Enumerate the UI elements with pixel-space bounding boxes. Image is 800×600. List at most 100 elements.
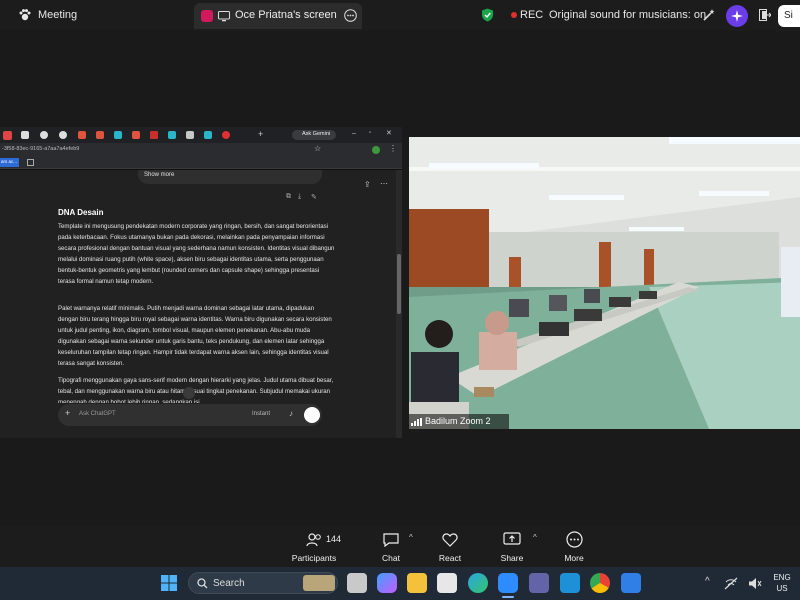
previous-message-bubble: Show more [138, 170, 322, 184]
share-screen-button[interactable]: Share [477, 525, 547, 567]
share-options-chevron-icon[interactable]: ^ [533, 533, 537, 542]
chat-icon [383, 533, 399, 547]
participants-icon [306, 533, 321, 547]
bookmark-star-icon[interactable]: ☆ [314, 144, 321, 153]
gmail-tab-icon[interactable] [150, 131, 158, 139]
language-indicator[interactable]: ENG US [772, 572, 792, 594]
section-heading: DNA Desain [58, 208, 104, 217]
more-options-icon[interactable] [344, 9, 357, 22]
tab-icon[interactable] [222, 131, 230, 139]
composer-input[interactable]: Ask ChatGPT [79, 411, 116, 417]
bookmark-item[interactable]: ars ac... [0, 158, 19, 167]
profile-avatar[interactable] [372, 146, 380, 154]
search-placeholder: Search [213, 578, 245, 589]
close-tab-icon[interactable] [3, 131, 12, 140]
address-bar[interactable]: -3f58-83ec-9165-a7aa7a4efeb9 ☆ ⋮ [0, 143, 402, 157]
ai-companion-button[interactable] [726, 5, 748, 27]
edge-icon[interactable] [468, 573, 488, 593]
scrollbar-thumb[interactable] [397, 254, 401, 314]
attach-plus-icon[interactable]: + [65, 408, 70, 418]
react-label: React [438, 553, 462, 563]
zoom-app-icon[interactable] [498, 573, 518, 593]
microphone-icon[interactable]: ♪ [289, 409, 293, 418]
taskbar-search-box[interactable]: Search [188, 572, 338, 594]
voice-mode-button[interactable] [304, 407, 320, 423]
ask-gemini-button[interactable]: Ask Gemini [292, 130, 336, 140]
participants-button[interactable]: 144 Participants [279, 525, 349, 567]
participant-name: Badilum Zoom 2 [425, 416, 491, 426]
tab-icon[interactable] [204, 131, 212, 139]
network-icon[interactable] [724, 577, 738, 590]
url-text: -3f58-83ec-9165-a7aa7a4efeb9 [2, 146, 80, 152]
close-window-icon[interactable]: ✕ [386, 129, 392, 137]
search-icon [197, 578, 208, 589]
recording-indicator[interactable]: REC [520, 9, 543, 21]
tab-icon[interactable] [114, 131, 122, 139]
volume-muted-icon[interactable] [748, 577, 762, 590]
edit-icon[interactable]: ✎ [311, 193, 317, 201]
shared-screen-view[interactable]: + Ask Gemini – ▫ ✕ -3f58-83ec-9165-a7aa7… [0, 127, 402, 438]
chatgpt-conversation: Show more ⇪ ⋯ ⧉ ⤓ ✎ DNA Desain Template … [0, 170, 396, 438]
maximize-icon[interactable]: ▫ [369, 130, 371, 136]
github-tab-icon[interactable] [40, 131, 48, 139]
conference-room-video [409, 137, 800, 429]
windows-start-icon[interactable] [161, 575, 177, 591]
more-button[interactable]: More [539, 525, 609, 567]
share-icon[interactable]: ⇪ [364, 180, 371, 189]
show-more-button[interactable]: Show more [144, 172, 174, 178]
recording-dot-icon [511, 12, 517, 18]
tab-icon[interactable] [186, 131, 194, 139]
share-tab-title: Oce Priatna's screen [235, 9, 337, 21]
download-icon[interactable]: ⤓ [298, 193, 301, 201]
heart-icon [442, 533, 458, 547]
ask-gemini-label: Ask Gemini [302, 131, 331, 137]
tab-icon[interactable] [132, 131, 140, 139]
tab-icon[interactable] [168, 131, 176, 139]
copilot-icon[interactable] [377, 573, 397, 593]
chat-options-chevron-icon[interactable]: ^ [409, 533, 413, 542]
share-label: Share [500, 553, 524, 563]
paragraph-1: Template ini mengusung pendekatan modern… [58, 223, 335, 286]
file-explorer-icon[interactable] [407, 573, 427, 593]
encryption-shield-icon[interactable] [481, 8, 494, 22]
microsoft-store-icon[interactable] [437, 573, 457, 593]
paragraph-2: Palet warnanya relatif minimalis. Putih … [58, 305, 332, 368]
meeting-top-bar: Meeting Oce Priatna's screen REC Origina… [0, 0, 800, 31]
chrome-icon[interactable] [590, 573, 610, 593]
tab-icon[interactable] [78, 131, 86, 139]
page-scrollbar[interactable] [396, 170, 402, 438]
scroll-down-icon[interactable] [183, 387, 195, 399]
tab-icon[interactable] [96, 131, 104, 139]
show-hidden-icons-chevron-icon[interactable]: ^ [705, 576, 710, 587]
minimize-icon[interactable]: – [352, 130, 356, 137]
screen-share-icon [218, 11, 230, 22]
shared-screen-tab[interactable]: Oce Priatna's screen [194, 3, 362, 29]
meeting-title: Meeting [38, 9, 78, 21]
mode-selector[interactable]: Instant [252, 411, 270, 417]
participant-video-tile[interactable]: Badilum Zoom 2 [409, 137, 800, 429]
search-highlight-image [303, 575, 335, 591]
copy-icon[interactable]: ⧉ [286, 193, 291, 201]
new-tab-icon[interactable]: + [258, 129, 263, 139]
teams-icon[interactable] [529, 573, 549, 593]
windows-taskbar: Search ^ ENG US [0, 567, 800, 600]
magic-wand-icon[interactable] [702, 8, 716, 22]
github-tab-icon[interactable] [59, 131, 67, 139]
exit-icon[interactable] [759, 9, 771, 21]
react-button[interactable]: React [415, 525, 485, 567]
paw-icon[interactable] [18, 8, 32, 22]
browser-tab-strip: + Ask Gemini – ▫ ✕ [0, 127, 402, 143]
browser-menu-icon[interactable]: ⋮ [389, 144, 397, 153]
notepad-icon[interactable] [621, 573, 641, 593]
app-icon[interactable] [560, 573, 580, 593]
chat-composer[interactable]: + Ask ChatGPT Instant ♪ [58, 404, 322, 426]
signal-strength-icon [411, 418, 422, 426]
apps-grid-icon[interactable] [27, 159, 34, 166]
original-sound-status[interactable]: Original sound for musicians: on [549, 9, 706, 21]
more-icon[interactable]: ⋯ [380, 179, 388, 188]
task-view-icon[interactable] [347, 573, 367, 593]
name-label-bg: Badilum Zoom 2 [409, 414, 509, 429]
sign-in-button[interactable]: Si [778, 5, 800, 27]
sparkle-icon [731, 10, 743, 22]
tab-icon[interactable] [21, 131, 29, 139]
